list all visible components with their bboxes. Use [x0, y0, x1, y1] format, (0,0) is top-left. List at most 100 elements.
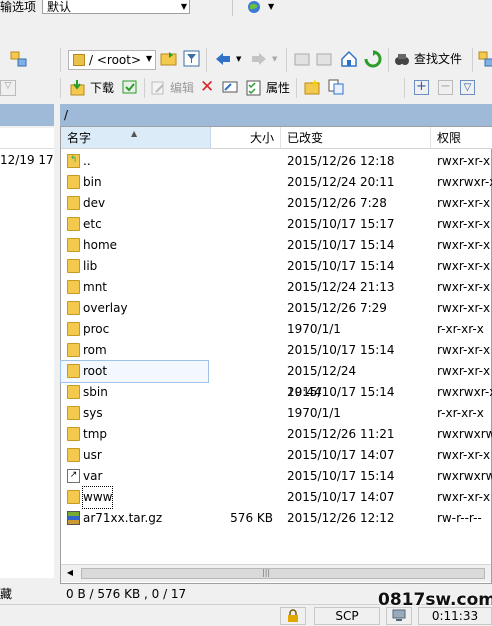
download-button[interactable]: 下载 [70, 79, 114, 96]
folder-icon [67, 280, 80, 294]
filter-icon[interactable]: ▽ [460, 80, 475, 95]
folder-icon [67, 175, 80, 189]
chevron-down-icon[interactable]: ▼ [268, 2, 274, 11]
file-rights: rwxrwxr-x [437, 385, 492, 399]
table-row[interactable]: lib 2015/10/17 15:14 rwxr-xr-x [61, 256, 491, 277]
toolbar-separator [388, 48, 389, 72]
file-changed: 2015/12/26 7:29 [287, 301, 387, 315]
chevron-down-icon[interactable]: ▼ [236, 55, 241, 63]
download-options-icon[interactable] [122, 79, 138, 98]
refresh-icon[interactable] [364, 50, 382, 71]
table-row[interactable]: dev 2015/12/26 7:28 rwxr-xr-x [61, 193, 491, 214]
toolbar-separator [472, 48, 473, 72]
file-name: dev [83, 196, 106, 210]
file-rights: rwxr-xr-x [437, 490, 491, 504]
file-rights: rwxr-xr-x [437, 259, 491, 273]
table-row[interactable]: etc 2015/10/17 15:17 rwxr-xr-x [61, 214, 491, 235]
file-changed: 2015/10/17 15:14 [287, 259, 395, 273]
file-changed: 2015/12/24 20:11 [287, 175, 395, 189]
edit-label: 编辑 [170, 81, 195, 95]
table-row[interactable]: mnt 2015/12/24 21:13 rwxr-xr-x [61, 277, 491, 298]
plus-icon[interactable]: + [414, 80, 429, 95]
table-row[interactable]: tmp 2015/12/26 11:21 rwxrwxrw [61, 424, 492, 445]
folder-icon [67, 238, 80, 252]
globe-icon[interactable] [246, 0, 266, 14]
forward-arrow-icon[interactable] [250, 51, 268, 70]
transfer-options-label: 传输选项 [0, 0, 37, 14]
remote-path-bar: / [60, 104, 492, 126]
table-row[interactable]: bin 2015/12/24 20:11 rwxrwxr-x [61, 172, 492, 193]
column-header-size[interactable]: 大小 [211, 127, 281, 149]
table-row[interactable]: sys 1970/1/1 r-xr-xr-x [61, 403, 491, 424]
folder-icon [67, 490, 80, 504]
root-dir-icon[interactable] [316, 51, 332, 70]
chevron-down-icon[interactable]: ▼ [272, 55, 277, 63]
column-header-rights[interactable]: 权限 [431, 127, 492, 149]
transfer-options-combo[interactable]: 默认 ▼ [42, 0, 190, 14]
table-row[interactable]: usr 2015/10/17 14:07 rwxr-xr-x [61, 445, 491, 466]
local-path-bar [0, 104, 54, 126]
new-folder-icon[interactable] [304, 79, 320, 98]
filter-icon[interactable] [183, 50, 201, 71]
table-row[interactable]: proc 1970/1/1 r-xr-xr-x [61, 319, 491, 340]
file-changed: 2015/10/17 15:14 [287, 238, 395, 252]
file-changed: 2015/12/26 11:21 [287, 427, 395, 441]
file-rights: rwxr-xr-x [437, 238, 491, 252]
file-rights: rwxr-xr-x [437, 448, 491, 462]
chevron-down-icon[interactable]: ▼ [146, 54, 152, 63]
table-row[interactable]: rom 2015/10/17 15:14 rwxr-xr-x [61, 340, 491, 361]
grip-icon: ||| [262, 568, 271, 577]
table-row[interactable]: ar71xx.tar.gz 576 KB 2015/12/26 12:12 rw-r-… [61, 508, 491, 529]
table-row[interactable]: ↰.. 2015/12/26 12:18 rwxr-xr-x [61, 151, 491, 172]
sync-browse-icon[interactable] [10, 50, 28, 71]
file-changed: 2015/10/17 15:14 [287, 385, 395, 399]
file-size: 576 KB [230, 511, 273, 525]
file-rights: rwxr-xr-x [437, 154, 491, 168]
scrollbar-thumb[interactable]: ||| [81, 568, 485, 579]
column-header-name[interactable]: 名字 ▲ [61, 127, 211, 149]
folder-icon [67, 448, 80, 462]
file-name: root [83, 364, 108, 378]
folder-icon [67, 196, 80, 210]
open-folder-icon[interactable] [160, 50, 178, 71]
path-combo[interactable]: / <root> [68, 50, 156, 70]
delete-icon[interactable]: ✕ [200, 78, 214, 96]
file-changed: 2015/10/17 15:14 [287, 343, 395, 357]
sync-browse-icon[interactable] [478, 50, 492, 71]
sort-ascending-icon: ▲ [131, 129, 138, 138]
file-rights: rw-r--r-- [437, 511, 482, 525]
edit-button[interactable]: 编辑 [150, 79, 194, 96]
copy-path-icon[interactable] [328, 79, 344, 98]
folder-icon [67, 259, 80, 273]
file-rights: r-xr-xr-x [437, 322, 484, 336]
home-icon[interactable] [340, 50, 358, 71]
horizontal-scrollbar[interactable]: ◀ ||| [61, 564, 491, 582]
minus-icon[interactable]: − [438, 80, 453, 95]
back-arrow-icon[interactable] [214, 51, 232, 70]
file-rights: rwxr-xr-x [437, 217, 491, 231]
pencil-icon [150, 80, 166, 96]
file-changed: 2015/12/26 12:18 [287, 154, 395, 168]
parent-dir-icon[interactable] [294, 51, 310, 70]
table-row[interactable]: overlay 2015/12/26 7:29 rwxr-xr-x [61, 298, 491, 319]
filter-icon[interactable]: ▽ [0, 80, 16, 96]
column-header-changed[interactable]: 已改变 [281, 127, 431, 149]
file-rights: rwxr-xr-x [437, 343, 491, 357]
file-name: tmp [83, 427, 108, 441]
table-row[interactable]: sbin 2015/10/17 15:14 rwxrwxr-x [61, 382, 492, 403]
table-row[interactable]: ↗ var 2015/10/17 15:14 rwxrwxrw [61, 466, 492, 487]
folder-icon [67, 427, 80, 441]
file-rights: rwxrwxrw [437, 469, 492, 483]
toolbar-separator [286, 48, 287, 72]
toolbar-separator [60, 48, 61, 72]
file-changed: 1970/1/1 [287, 406, 341, 420]
table-row[interactable]: home 2015/10/17 15:14 rwxr-xr-x [61, 235, 491, 256]
table-row[interactable]: www 2015/10/17 14:07 rwxr-xr-x [61, 486, 491, 509]
selection-summary: 0 B / 576 KB , 0 / 17 [66, 587, 187, 601]
table-row[interactable]: root 2015/12/24 19:44 rwxr-xr-x [60, 360, 490, 399]
rename-icon[interactable] [222, 79, 238, 98]
properties-button[interactable]: 属性 [246, 79, 290, 96]
find-files-button[interactable]: 查找文件 [394, 50, 462, 67]
folder-icon [67, 364, 80, 378]
scroll-left-icon[interactable]: ◀ [63, 567, 77, 579]
